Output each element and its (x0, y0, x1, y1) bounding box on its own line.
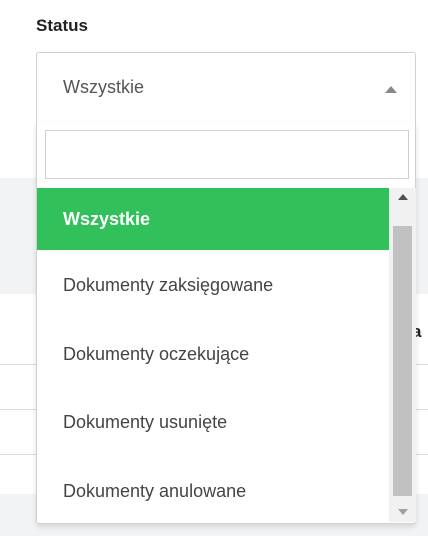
status-dropdown: Wszystkie Dokumenty zaksięgowane Dokumen… (36, 122, 416, 524)
status-search-input[interactable] (45, 130, 409, 179)
caret-up-icon (385, 86, 397, 93)
scroll-down-arrow-icon[interactable] (389, 502, 416, 522)
scrollbar-thumb[interactable] (393, 226, 412, 496)
scroll-up-arrow-icon[interactable] (389, 188, 416, 208)
option-dokumenty-usuniete[interactable]: Dokumenty usunięte (37, 388, 389, 456)
option-dokumenty-zaksiegowane[interactable]: Dokumenty zaksięgowane (37, 250, 389, 321)
dropdown-scrollbar[interactable] (389, 188, 416, 522)
status-select[interactable]: Wszystkie (36, 52, 416, 122)
option-wszystkie[interactable]: Wszystkie (37, 188, 389, 250)
status-selected-value: Wszystkie (63, 77, 144, 97)
status-options-list: Wszystkie Dokumenty zaksięgowane Dokumen… (37, 188, 389, 526)
status-label: Status (36, 16, 88, 35)
option-dokumenty-anulowane[interactable]: Dokumenty anulowane (37, 456, 389, 526)
option-dokumenty-oczekujace[interactable]: Dokumenty oczekujące (37, 321, 389, 388)
